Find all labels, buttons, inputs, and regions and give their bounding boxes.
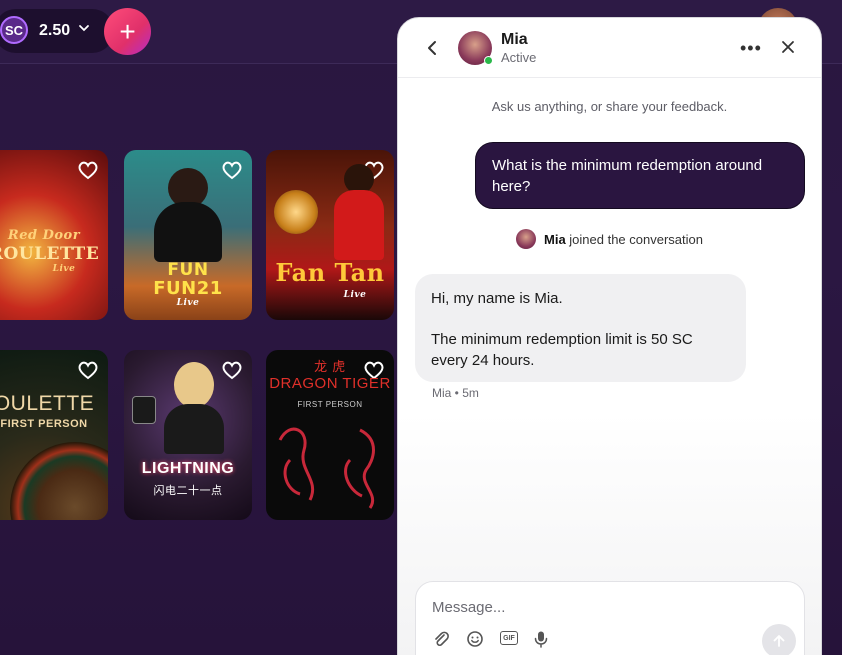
chevron-down-icon[interactable] xyxy=(78,22,90,37)
message-composer: GIF xyxy=(415,581,805,655)
balance-value: 2.50 xyxy=(39,22,71,39)
heart-icon[interactable] xyxy=(76,158,100,182)
paperclip-icon[interactable] xyxy=(432,630,450,648)
card-image xyxy=(132,396,156,424)
agent-message-line: The minimum redemption limit is 50 SC ev… xyxy=(431,331,693,369)
sc-coin-icon: SC xyxy=(0,16,28,44)
joined-name: Mia xyxy=(544,232,566,247)
more-options-icon[interactable]: ••• xyxy=(740,39,762,57)
arrow-up-icon xyxy=(773,635,785,647)
chat-intro-text: Ask us anything, or share your feedback. xyxy=(491,99,728,114)
add-funds-button[interactable]: + xyxy=(104,8,151,55)
game-subtitle: 闪电二十一点 xyxy=(153,484,223,497)
roulette-wheel-image xyxy=(10,442,108,520)
game-subtitle: ROULETTE xyxy=(0,244,100,264)
game-subtitle: FUN21 xyxy=(153,278,223,299)
dealer-image xyxy=(164,404,224,454)
game-tag: Live xyxy=(343,290,367,300)
user-message: What is the minimum redemption around he… xyxy=(475,142,805,209)
heart-icon[interactable] xyxy=(76,358,100,382)
game-tile-dragon-tiger[interactable]: 龙 虎 DRAGON TIGER FIRST PERSON xyxy=(266,350,394,520)
gif-icon[interactable]: GIF xyxy=(500,631,518,645)
online-status-icon xyxy=(484,56,493,65)
close-icon[interactable] xyxy=(780,39,796,55)
agent-message-line: Hi, my name is Mia. xyxy=(431,290,563,307)
chat-panel: Mia Active ••• Ask us anything, or share… xyxy=(397,17,822,655)
chat-header: Mia Active ••• xyxy=(398,18,821,78)
dealer-image xyxy=(174,362,214,408)
game-tile-fun-fun-21[interactable]: FUN FUN21 Live xyxy=(124,150,252,320)
game-title: Fan Tan xyxy=(275,258,385,287)
back-arrow-icon[interactable] xyxy=(422,36,442,60)
message-meta: Mia • 5m xyxy=(432,386,479,400)
game-tag: Live xyxy=(176,298,200,308)
game-tile-fan-tan[interactable]: Fan Tan Live xyxy=(266,150,394,320)
agent-message: Hi, my name is Mia. The minimum redempti… xyxy=(415,274,746,382)
lantern-image xyxy=(274,190,318,234)
agent-status: Active xyxy=(501,50,537,65)
game-title: OULETTE xyxy=(0,392,95,415)
message-input[interactable] xyxy=(432,596,772,618)
game-subtitle: FIRST PERSON xyxy=(0,418,88,430)
game-title: DRAGON TIGER xyxy=(269,375,391,392)
game-title: Red Door xyxy=(7,228,81,243)
dealer-image xyxy=(334,190,384,260)
dragon-tiger-image xyxy=(278,427,375,509)
agent-avatar-small xyxy=(516,229,536,249)
dealer-image xyxy=(154,202,222,262)
agent-name: Mia xyxy=(501,31,528,48)
game-tile-first-person-roulette[interactable]: OULETTE FIRST PERSON xyxy=(0,350,108,520)
game-title: LIGHTNING xyxy=(141,460,235,477)
game-title: FUN xyxy=(167,260,209,280)
emoji-icon[interactable] xyxy=(466,630,484,648)
game-tile-lightning-blackjack[interactable]: LIGHTNING 闪电二十一点 xyxy=(124,350,252,520)
heart-icon[interactable] xyxy=(220,358,244,382)
joined-suffix: joined the conversation xyxy=(565,232,703,247)
send-button[interactable] xyxy=(762,624,796,655)
game-tag: Live xyxy=(52,264,76,274)
game-tag: 龙 虎 xyxy=(314,360,346,375)
game-subtitle: FIRST PERSON xyxy=(297,400,363,409)
game-tile-red-door-roulette[interactable]: Red Door ROULETTE Live xyxy=(0,150,108,320)
joined-notice: Mia joined the conversation xyxy=(544,232,703,247)
microphone-icon[interactable] xyxy=(532,630,550,648)
heart-icon[interactable] xyxy=(220,158,244,182)
